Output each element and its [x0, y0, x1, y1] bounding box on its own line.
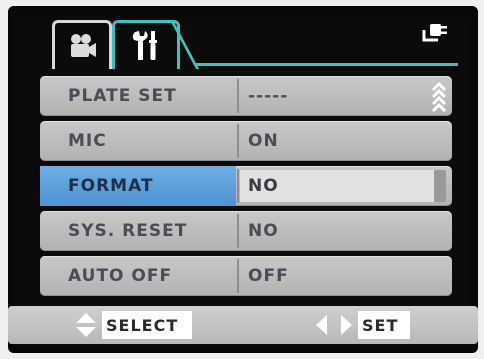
menu-item-value: ----- — [248, 86, 289, 106]
scroll-indicator — [434, 170, 446, 202]
video-camera-icon — [71, 34, 96, 57]
menu-item-format[interactable]: FORMAT NO — [40, 166, 452, 206]
left-right-arrows-icon — [316, 315, 352, 335]
camera-menu-screen: PLATE SET ----- MIC ON FORMAT NO SYS. RE… — [8, 6, 478, 353]
set-hint-label: SET — [362, 315, 399, 335]
up-down-arrows-icon — [76, 313, 96, 337]
menu-item-value: NO — [248, 176, 279, 196]
set-hint: SET — [358, 311, 411, 339]
select-hint-label: SELECT — [106, 315, 179, 335]
menu-item-label: FORMAT — [40, 166, 236, 206]
menu-item-value: ON — [248, 131, 279, 151]
divider — [237, 214, 239, 248]
menu-item-label: MIC — [68, 131, 107, 151]
menu-item-auto-off[interactable]: AUTO OFF OFF — [40, 256, 452, 296]
menu-item-sys-reset[interactable]: SYS. RESET NO — [40, 211, 452, 251]
menu-item-value: NO — [248, 221, 279, 241]
divider — [237, 79, 239, 113]
menu-item-value: OFF — [248, 266, 289, 286]
menu-item-mic[interactable]: MIC ON — [40, 121, 452, 161]
tab-camera[interactable] — [52, 20, 112, 69]
divider — [237, 169, 239, 203]
menu-item-label: AUTO OFF — [68, 266, 173, 286]
tab-underline — [196, 63, 458, 66]
wrench-screwdriver-icon — [132, 31, 157, 60]
divider — [237, 124, 239, 158]
select-hint: SELECT — [102, 311, 193, 339]
power-plug-icon — [422, 24, 447, 42]
menu-item-label: PLATE SET — [68, 86, 177, 106]
menu-item-label: SYS. RESET — [68, 221, 188, 241]
divider — [237, 259, 239, 293]
menu-item-plate-set[interactable]: PLATE SET ----- — [40, 76, 452, 116]
tab-setup[interactable] — [112, 20, 180, 69]
scroll-up-arrows-icon — [431, 81, 447, 112]
button-hint-bar: SELECT SET — [8, 306, 478, 344]
